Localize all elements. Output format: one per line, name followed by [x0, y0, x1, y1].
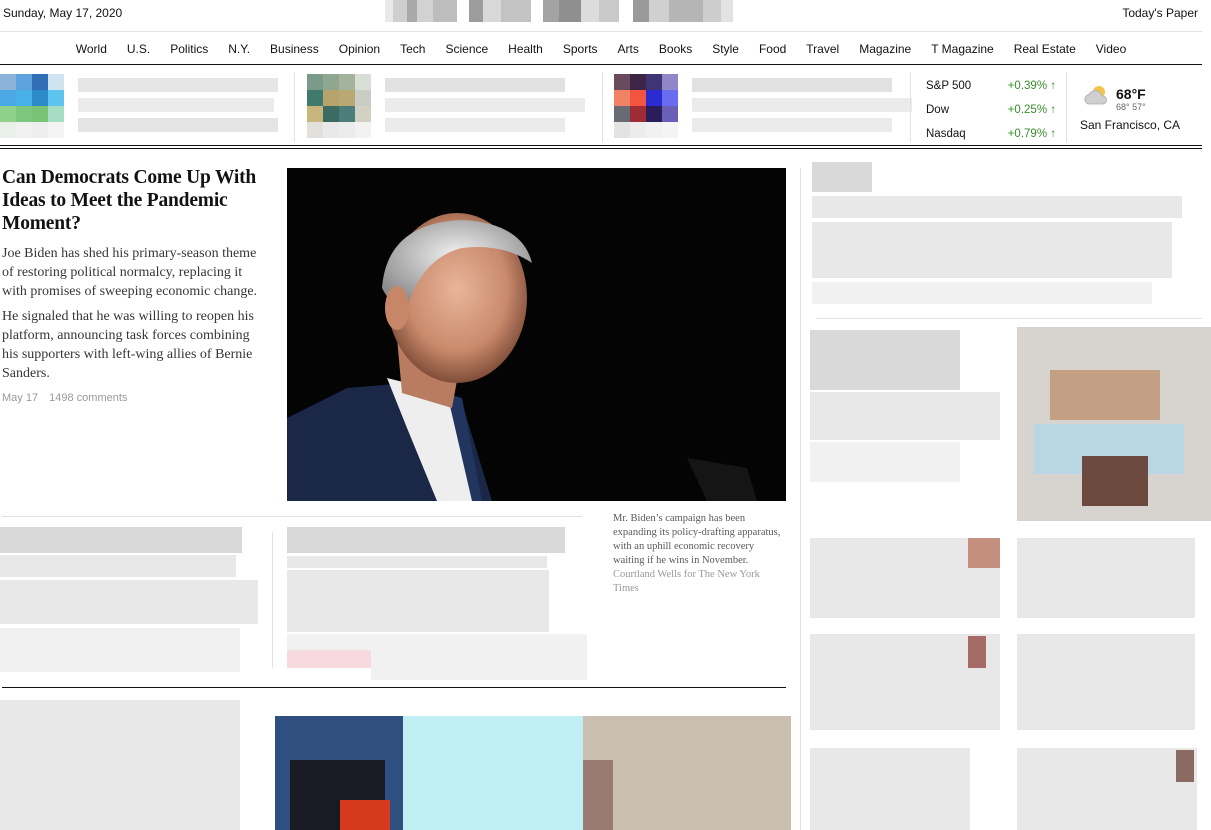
promo-item-3[interactable] — [614, 74, 912, 138]
promo-thumbnail — [614, 74, 678, 138]
lead-summary: Joe Biden has shed his primary-season th… — [2, 246, 258, 299]
top-bar: Sunday, May 17, 2020 Today's Paper — [0, 0, 1211, 30]
masthead-logo[interactable] — [385, 0, 825, 22]
promo-thumbnail — [0, 74, 64, 138]
lead-date: May 17 — [2, 392, 39, 404]
market-name: Dow — [926, 104, 950, 116]
todays-paper-link[interactable]: Today's Paper — [1122, 6, 1198, 20]
column-rule — [272, 532, 273, 668]
nav-item-books[interactable]: Books — [649, 42, 702, 56]
nav-item-t-magazine[interactable]: T Magazine — [921, 42, 1003, 56]
lead-summary: He signaled that he was willing to reope… — [2, 309, 254, 381]
nav-item-sports[interactable]: Sports — [553, 42, 608, 56]
market-row: S&P 500 +0.39% ↑ — [926, 74, 1056, 98]
nav-item-science[interactable]: Science — [435, 42, 498, 56]
nav-item-opinion[interactable]: Opinion — [329, 42, 390, 56]
section-rule — [2, 687, 786, 688]
lead-headline[interactable]: Can Democrats Come Up With Ideas to Meet… — [2, 166, 262, 235]
market-row: Dow +0.25% ↑ — [926, 98, 1056, 122]
nav-item-world[interactable]: World — [66, 42, 117, 56]
section-rule — [2, 516, 582, 517]
divider — [294, 72, 295, 142]
promo-text — [385, 74, 585, 138]
market-change: +0.39% ↑ — [1007, 80, 1056, 92]
double-rule — [0, 145, 1202, 149]
nav-item-food[interactable]: Food — [749, 42, 796, 56]
nav-item-magazine[interactable]: Magazine — [849, 42, 921, 56]
nav-item-real-estate[interactable]: Real Estate — [1004, 42, 1086, 56]
photo-credit: Courtland Wells for The New York Times — [613, 569, 760, 594]
market-row: Nasdaq +0.79% ↑ — [926, 122, 1056, 146]
promo-item-1[interactable] — [0, 74, 278, 138]
markets-widget[interactable]: S&P 500 +0.39% ↑ Dow +0.25% ↑ Nasdaq +0.… — [926, 74, 1056, 146]
nav-item-n-y[interactable]: N.Y. — [218, 42, 260, 56]
weather-hilo: 68° 57° — [1116, 102, 1146, 112]
market-change: +0.79% ↑ — [1007, 128, 1056, 140]
weather-temp: 68°F — [1116, 86, 1146, 102]
nav-item-business[interactable]: Business — [260, 42, 329, 56]
promo-text — [692, 74, 912, 138]
section-nav: World U.S. Politics N.Y. Business Opinion Tech… — [0, 31, 1202, 65]
market-change: +0.25% ↑ — [1007, 104, 1056, 116]
column-rule — [800, 168, 801, 830]
divider — [602, 72, 603, 142]
nav-item-tech[interactable]: Tech — [390, 42, 435, 56]
section-rule — [816, 318, 1202, 319]
lead-photo[interactable] — [287, 168, 786, 501]
lead-meta: May 17 1498 comments — [2, 392, 262, 404]
nav-item-health[interactable]: Health — [498, 42, 553, 56]
nav-item-u-s[interactable]: U.S. — [117, 42, 160, 56]
nav-item-travel[interactable]: Travel — [796, 42, 849, 56]
divider — [910, 72, 911, 142]
nav-item-video[interactable]: Video — [1086, 42, 1136, 56]
lead-story[interactable]: Can Democrats Come Up With Ideas to Meet… — [2, 166, 262, 404]
promo-text — [78, 74, 278, 138]
partly-cloudy-icon — [1084, 86, 1107, 105]
weather-location: San Francisco, CA — [1080, 118, 1181, 132]
nav-item-politics[interactable]: Politics — [160, 42, 218, 56]
nav-item-style[interactable]: Style — [702, 42, 749, 56]
date-line: Sunday, May 17, 2020 — [3, 6, 123, 20]
divider — [1066, 72, 1067, 142]
promo-item-2[interactable] — [307, 74, 585, 138]
photo-caption: Mr. Biden’s campaign has been expanding … — [613, 512, 783, 596]
briefing-strip: S&P 500 +0.39% ↑ Dow +0.25% ↑ Nasdaq +0.… — [0, 66, 1202, 146]
market-name: S&P 500 — [926, 80, 972, 92]
comments-link[interactable]: 1498 comments — [49, 392, 127, 404]
caption-text: Mr. Biden’s campaign has been expanding … — [613, 513, 781, 566]
market-name: Nasdaq — [926, 128, 966, 140]
nav-item-arts[interactable]: Arts — [608, 42, 649, 56]
promo-thumbnail — [307, 74, 371, 138]
lead-photo-image — [287, 168, 786, 501]
